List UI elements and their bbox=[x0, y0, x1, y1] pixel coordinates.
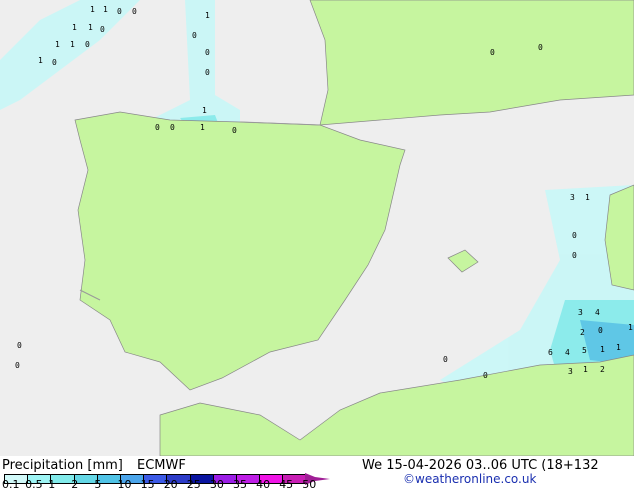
precip-value: 2 bbox=[600, 365, 605, 374]
precip-value: 1 bbox=[585, 193, 590, 202]
precip-value: 0 bbox=[232, 126, 237, 135]
scale-tick: 1 bbox=[48, 478, 56, 491]
scale-tick: 50 bbox=[302, 478, 317, 491]
precip-value: 3 bbox=[568, 367, 573, 376]
precip-value: 1 bbox=[55, 40, 60, 49]
precip-value: 0 bbox=[132, 7, 137, 16]
precip-value: 0 bbox=[483, 371, 488, 380]
precip-value: 1 bbox=[38, 56, 43, 65]
scale-tick: 45 bbox=[279, 478, 294, 491]
precip-value: 2 bbox=[580, 328, 585, 337]
scale-tick: 15 bbox=[140, 478, 155, 491]
precip-value: 1 bbox=[103, 5, 108, 14]
scale-tick: 10 bbox=[117, 478, 132, 491]
precip-value: 1 bbox=[205, 11, 210, 20]
precip-value: 1 bbox=[616, 343, 621, 352]
scale-tick: 5 bbox=[94, 478, 102, 491]
precip-value: 0 bbox=[205, 48, 210, 57]
scale-tick: 2 bbox=[71, 478, 79, 491]
scale-tick: 20 bbox=[163, 478, 178, 491]
precip-value: 1 bbox=[600, 345, 605, 354]
precip-value: 0 bbox=[192, 31, 197, 40]
precip-value: 1 bbox=[70, 40, 75, 49]
precip-value: 0 bbox=[572, 251, 577, 260]
precip-value: 0 bbox=[490, 48, 495, 57]
valid-datetime: We 15-04-2026 03..06 UTC (18+132 bbox=[362, 458, 599, 473]
precip-value: 1 bbox=[200, 123, 205, 132]
precip-value: 1 bbox=[88, 23, 93, 32]
precip-value: 1 bbox=[583, 365, 588, 374]
precip-value: 4 bbox=[595, 308, 600, 317]
precip-value: 0 bbox=[100, 25, 105, 34]
precipitation-map: 1 1 0 01 1 01 11 00100010 0 1 0003 1003 42 0 16 4 5 1 13 1 2… bbox=[0, 0, 634, 456]
scale-tick: 0.1 bbox=[2, 478, 20, 491]
precip-value: 0 bbox=[52, 58, 57, 67]
legend-title: Precipitation [mm] bbox=[2, 458, 123, 473]
precip-value: 0 bbox=[598, 326, 603, 335]
precip-value: 3 bbox=[570, 193, 575, 202]
precip-value: 5 bbox=[582, 346, 587, 355]
precip-value: 0 bbox=[15, 361, 20, 370]
precip-value: 4 bbox=[565, 348, 570, 357]
precip-value: 0 bbox=[117, 7, 122, 16]
precip-value: 3 bbox=[578, 308, 583, 317]
precip-value: 1 bbox=[202, 106, 207, 115]
precip-value: 0 bbox=[572, 231, 577, 240]
precip-value: 0 bbox=[538, 43, 543, 52]
precip-value: 1 bbox=[90, 5, 95, 14]
precip-value: 1 bbox=[72, 23, 77, 32]
scale-tick: 30 bbox=[209, 478, 224, 491]
scale-tick: 0.5 bbox=[25, 478, 43, 491]
precip-value: 6 bbox=[548, 348, 553, 357]
precip-value: 1 bbox=[628, 323, 633, 332]
scale-tick: 40 bbox=[256, 478, 271, 491]
precip-value: 0 bbox=[85, 40, 90, 49]
precip-value: 0 bbox=[443, 355, 448, 364]
scale-tick: 25 bbox=[186, 478, 201, 491]
precip-value: 0 bbox=[205, 68, 210, 77]
precip-value: 0 bbox=[170, 123, 175, 132]
scale-tick: 35 bbox=[233, 478, 247, 491]
model-name: ECMWF bbox=[137, 458, 186, 473]
precip-value: 0 bbox=[17, 341, 22, 350]
precip-value: 0 bbox=[155, 123, 160, 132]
copyright-link[interactable]: ©weatheronline.co.uk bbox=[403, 472, 536, 486]
